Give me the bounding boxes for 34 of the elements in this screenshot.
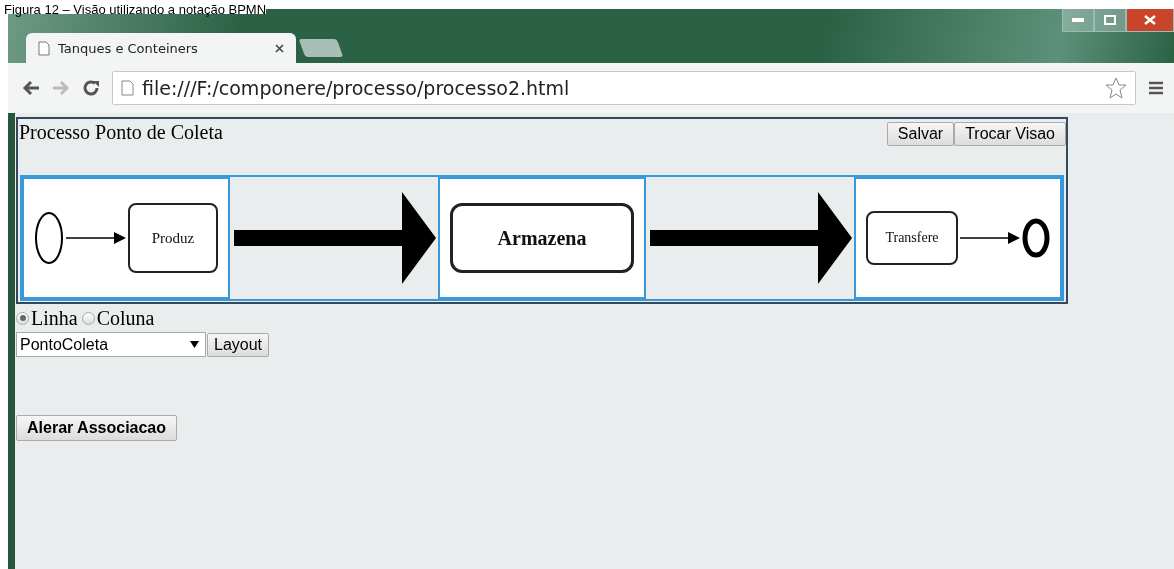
dropdown-caret-icon	[190, 341, 199, 348]
task-box: Produz	[128, 203, 218, 273]
connector-arrow	[960, 232, 1020, 244]
star-icon[interactable]	[1105, 77, 1127, 99]
start-event-circle	[34, 211, 64, 265]
close-icon[interactable]	[275, 43, 284, 53]
page-icon	[38, 40, 50, 56]
task-box: Armazena	[450, 203, 634, 273]
close-icon	[1144, 15, 1156, 25]
process-select[interactable]: PontoColeta	[16, 332, 206, 357]
radio-button[interactable]	[16, 311, 29, 325]
radio-button[interactable]	[81, 311, 95, 325]
close-button[interactable]	[1126, 9, 1174, 32]
radio-label: Coluna	[96, 306, 155, 330]
panel-title: Processo Ponto de Coleta	[18, 120, 223, 144]
maximize-button[interactable]	[1094, 9, 1126, 32]
task-box: Transfere	[866, 211, 958, 265]
address-bar[interactable]: file:///F:/componere/processo/processo2.html	[112, 71, 1136, 105]
minimize-button[interactable]	[1062, 9, 1094, 32]
reload-icon[interactable]	[82, 79, 100, 97]
toolbar-button[interactable]: Trocar Visao	[954, 122, 1066, 146]
layout-button[interactable]: Layout	[207, 332, 270, 357]
end-event-circle	[1022, 218, 1050, 258]
toolbar-button[interactable]: Salvar	[886, 122, 955, 146]
maximize-icon	[1104, 15, 1116, 25]
menu-icon[interactable]	[1148, 81, 1164, 95]
associate-button[interactable]: Alerar Associacao	[16, 415, 178, 441]
radio-label: Linha	[31, 306, 78, 330]
connector-arrow	[66, 232, 126, 244]
back-icon[interactable]	[22, 80, 40, 96]
page-icon	[121, 80, 134, 96]
new-tab-button[interactable]	[298, 39, 344, 57]
minimize-icon	[1072, 18, 1084, 22]
browser-tab[interactable]: Tanques e Conteiners	[26, 33, 296, 63]
